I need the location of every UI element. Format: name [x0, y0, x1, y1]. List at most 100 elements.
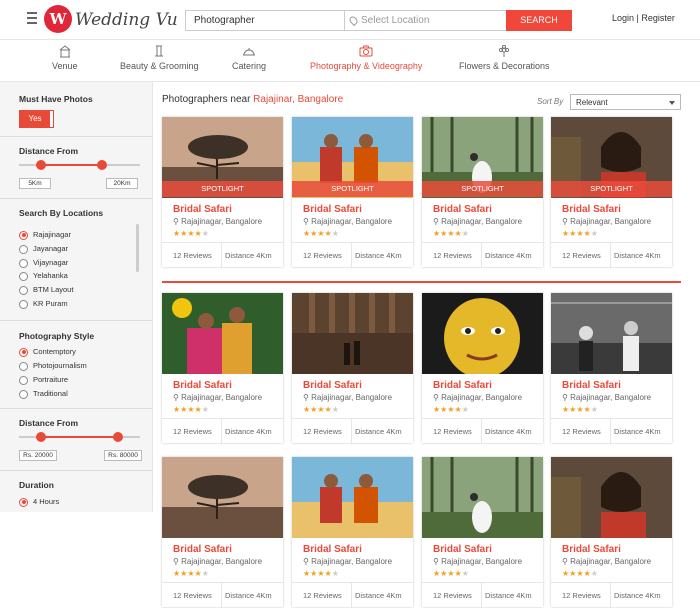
card-footer: 12 Reviews Distance 4Km: [422, 242, 543, 268]
photographer-card[interactable]: SPOTLIGHT Bridal Safari ⚲ Rajajinagar, Ban…: [162, 117, 283, 268]
card-photo[interactable]: [551, 293, 672, 374]
location-pin-icon: ⚲: [173, 557, 179, 566]
photographer-card[interactable]: Bridal Safari ⚲ Rajajinagar, Bangalore ★★★…: [162, 457, 283, 608]
card-title[interactable]: Bridal Safari: [303, 204, 362, 215]
card-location-text: Rajajinagar, Bangalore: [441, 557, 523, 566]
heading-location[interactable]: Rajajinar, Bangalore: [253, 94, 343, 105]
card-title[interactable]: Bridal Safari: [433, 204, 492, 215]
location-option[interactable]: BTM Layout: [19, 285, 73, 295]
duration-option[interactable]: 4 Hours: [19, 497, 59, 507]
location-option[interactable]: KR Puram: [19, 299, 68, 309]
photographer-card[interactable]: SPOTLIGHT Bridal Safari ⚲ Rajajinagar, Ban…: [551, 117, 672, 268]
card-title[interactable]: Bridal Safari: [433, 544, 492, 555]
tab-beauty-grooming[interactable]: Beauty & Grooming: [120, 44, 199, 71]
distance-slider[interactable]: [19, 160, 140, 170]
photographer-card[interactable]: Bridal Safari ⚲ Rajajinagar, Bangalore ★★★…: [292, 293, 413, 444]
tab-catering[interactable]: Catering: [232, 44, 266, 71]
card-reviews[interactable]: 12 Reviews: [303, 591, 342, 600]
login-register-link[interactable]: Login | Register: [612, 13, 675, 23]
card-reviews[interactable]: 12 Reviews: [173, 591, 212, 600]
card-reviews[interactable]: 12 Reviews: [303, 427, 342, 436]
card-reviews[interactable]: 12 Reviews: [433, 251, 472, 260]
card-reviews[interactable]: 12 Reviews: [433, 591, 472, 600]
tab-photography-videography[interactable]: Photography & Videography: [310, 44, 422, 71]
photographer-card[interactable]: SPOTLIGHT Bridal Safari ⚲ Rajajinagar, Ban…: [422, 117, 543, 268]
price-slider[interactable]: [19, 432, 140, 442]
card-photo[interactable]: [292, 457, 413, 538]
photographer-card[interactable]: Bridal Safari ⚲ Rajajinagar, Bangalore ★★★…: [551, 293, 672, 444]
slider-max-handle[interactable]: [97, 160, 107, 170]
location-option[interactable]: Rajajinagar: [19, 230, 71, 240]
card-title[interactable]: Bridal Safari: [173, 204, 232, 215]
card-distance: Distance 4Km: [485, 427, 532, 436]
photographer-card[interactable]: SPOTLIGHT Bridal Safari ⚲ Rajajinagar, Ban…: [292, 117, 413, 268]
location-option[interactable]: Yelahanka: [19, 271, 68, 281]
card-title[interactable]: Bridal Safari: [562, 380, 621, 391]
slider-max-handle[interactable]: [113, 432, 123, 442]
card-distance: Distance 4Km: [225, 591, 272, 600]
card-footer: 12 Reviews Distance 4Km: [162, 418, 283, 444]
rating-stars: ★★★★★: [173, 569, 209, 578]
must-have-photos-toggle[interactable]: Yes: [19, 110, 54, 128]
category-select[interactable]: Photographer: [185, 10, 345, 31]
rating-stars: ★★★★★: [173, 405, 209, 414]
card-reviews[interactable]: 12 Reviews: [173, 251, 212, 260]
photographer-card[interactable]: Bridal Safari ⚲ Rajajinagar, Bangalore ★★★…: [292, 457, 413, 608]
menu-icon[interactable]: [27, 12, 37, 24]
card-title[interactable]: Bridal Safari: [433, 380, 492, 391]
style-option[interactable]: Portraiture: [19, 375, 68, 385]
card-reviews[interactable]: 12 Reviews: [562, 591, 601, 600]
card-title[interactable]: Bridal Safari: [173, 544, 232, 555]
style-option[interactable]: Contemptory: [19, 347, 76, 357]
card-reviews[interactable]: 12 Reviews: [303, 251, 342, 260]
style-option[interactable]: Traditional: [19, 389, 68, 399]
tab-flowers-decorations[interactable]: Flowers & Decorations: [459, 44, 550, 71]
card-photo[interactable]: [422, 293, 543, 374]
card-reviews[interactable]: 12 Reviews: [433, 427, 472, 436]
card-title[interactable]: Bridal Safari: [303, 380, 362, 391]
location-input[interactable]: Select Location: [345, 10, 507, 31]
price-min-value: Rs. 20000: [19, 450, 57, 461]
card-reviews[interactable]: 12 Reviews: [562, 427, 601, 436]
card-location-text: Rajajinagar, Bangalore: [181, 393, 263, 402]
must-have-photos-title: Must Have Photos: [19, 94, 93, 104]
card-distance: Distance 4Km: [355, 427, 402, 436]
slider-min-handle[interactable]: [36, 432, 46, 442]
logo-text[interactable]: Wedding Vu: [75, 10, 178, 30]
card-photo[interactable]: [292, 293, 413, 374]
card-distance: Distance 4Km: [614, 251, 661, 260]
rating-stars: ★★★★★: [303, 229, 339, 238]
card-photo[interactable]: [162, 457, 283, 538]
card-reviews[interactable]: 12 Reviews: [562, 251, 601, 260]
location-option[interactable]: Jayanagar: [19, 244, 68, 254]
photographer-card[interactable]: Bridal Safari ⚲ Rajajinagar, Bangalore ★★★…: [422, 457, 543, 608]
card-reviews[interactable]: 12 Reviews: [173, 427, 212, 436]
location-pin-icon: ⚲: [562, 217, 568, 226]
option-label: 4 Hours: [33, 497, 60, 506]
search-button[interactable]: SEARCH: [506, 10, 572, 31]
card-title[interactable]: Bridal Safari: [173, 380, 232, 391]
sort-select[interactable]: Relevant: [570, 94, 681, 110]
tab-venue[interactable]: Venue: [52, 44, 78, 71]
rating-stars: ★★★★★: [303, 569, 339, 578]
option-label: Portraiture: [33, 375, 69, 384]
photographer-card[interactable]: Bridal Safari ⚲ Rajajinagar, Bangalore ★★★…: [422, 293, 543, 444]
slider-min-handle[interactable]: [36, 160, 46, 170]
card-title[interactable]: Bridal Safari: [562, 204, 621, 215]
card-photo[interactable]: [422, 457, 543, 538]
tab-label: Venue: [52, 61, 78, 71]
locations-scrollbar[interactable]: [136, 224, 139, 272]
card-photo[interactable]: [162, 293, 283, 374]
card-title[interactable]: Bridal Safari: [303, 544, 362, 555]
card-title[interactable]: Bridal Safari: [562, 544, 621, 555]
divider: [351, 243, 352, 268]
card-location-text: Rajajinagar, Bangalore: [570, 557, 652, 566]
card-location: ⚲ Rajajinagar, Bangalore: [562, 393, 651, 402]
card-photo[interactable]: [551, 457, 672, 538]
location-option[interactable]: Vijaynagar: [19, 258, 68, 268]
logo-badge[interactable]: W: [44, 5, 72, 33]
photographer-card[interactable]: Bridal Safari ⚲ Rajajinagar, Bangalore ★★★…: [551, 457, 672, 608]
style-option[interactable]: Photojournalism: [19, 361, 87, 371]
photographer-card[interactable]: Bridal Safari ⚲ Rajajinagar, Bangalore ★★★…: [162, 293, 283, 444]
card-location-text: Rajajinagar, Bangalore: [311, 217, 393, 226]
